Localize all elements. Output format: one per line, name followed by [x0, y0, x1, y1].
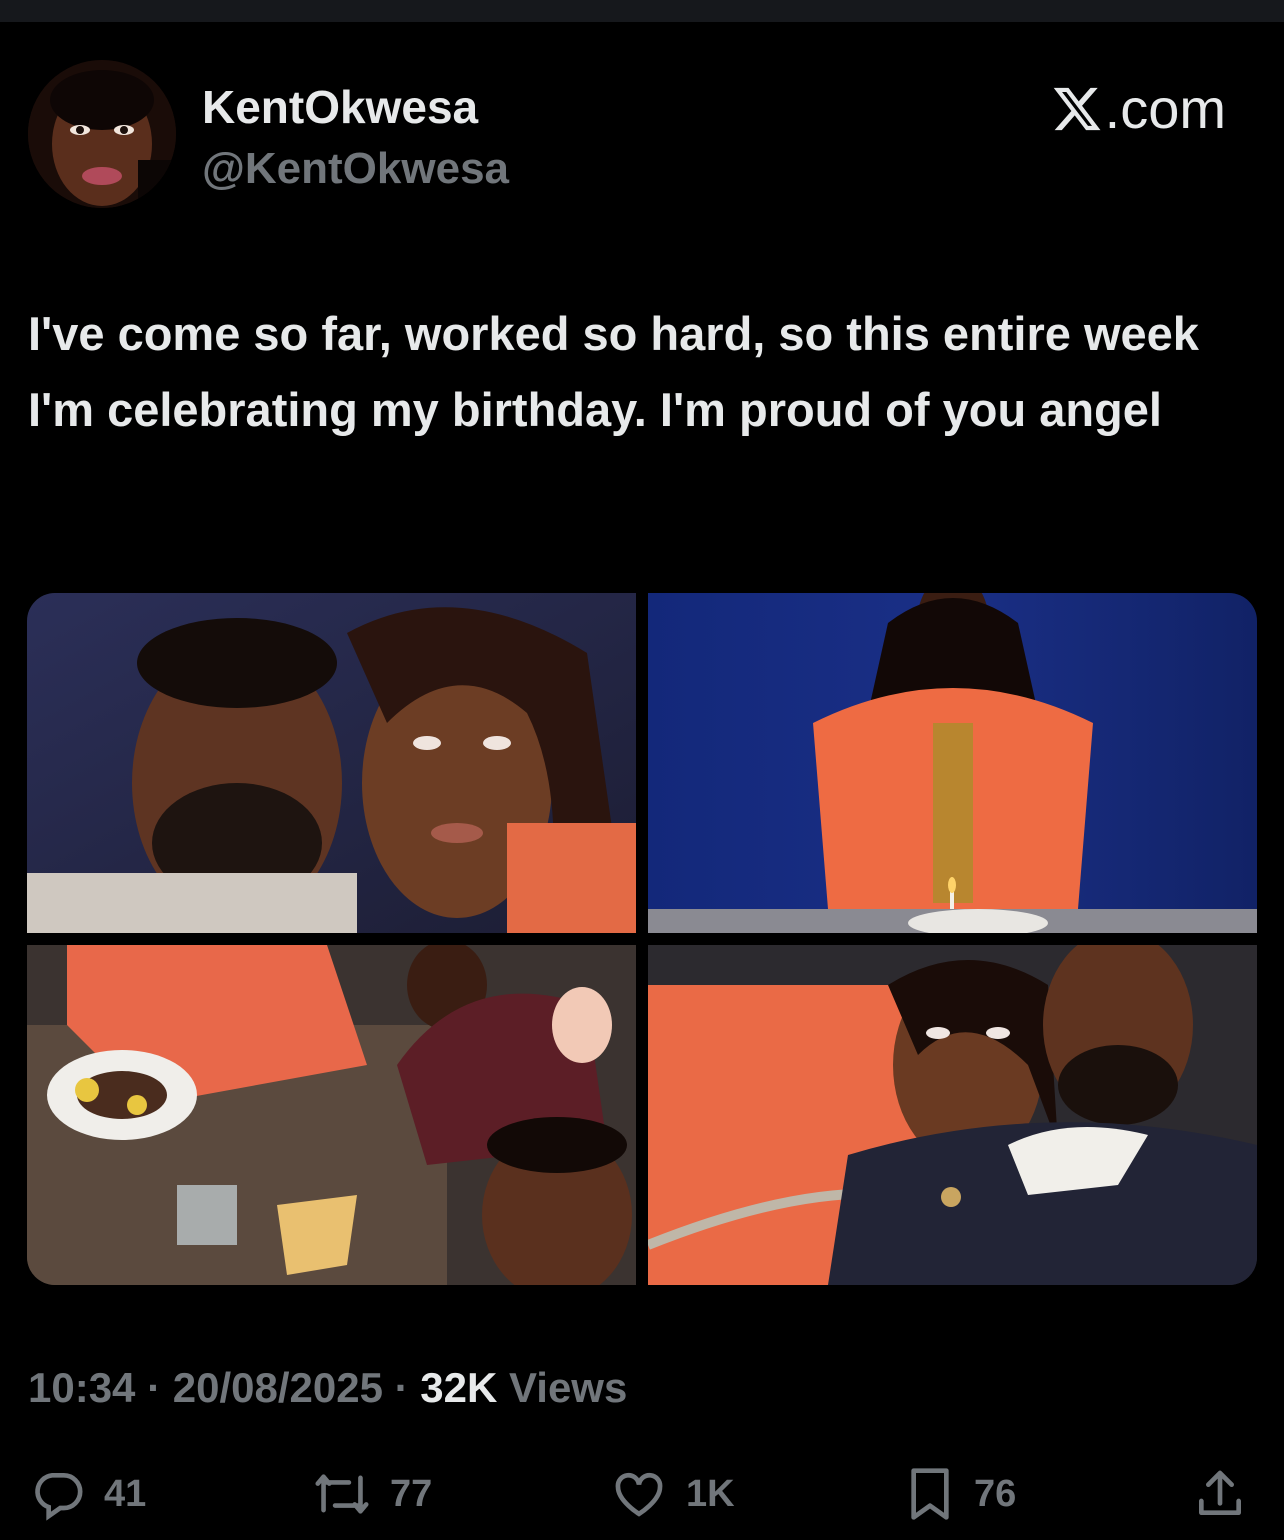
- avatar[interactable]: [28, 60, 176, 208]
- share-icon: [1199, 1470, 1241, 1515]
- x-logo-icon: [1053, 87, 1101, 130]
- photo-4-image: [648, 945, 1257, 1285]
- meta-separator: ·: [135, 1364, 173, 1411]
- photo-3-image: [27, 945, 636, 1285]
- reply-count: 41: [104, 1472, 147, 1515]
- status-bar-strip: [0, 0, 1284, 22]
- photo-2-image: [648, 593, 1257, 933]
- photo-3[interactable]: [27, 945, 636, 1285]
- reply-button[interactable]: 41: [30, 1466, 146, 1522]
- action-bar: 41 77 1K 76: [0, 1466, 1284, 1526]
- views-label: Views: [497, 1364, 628, 1411]
- photo-1[interactable]: [27, 593, 636, 933]
- brand-logo: .com: [1051, 76, 1226, 141]
- repost-button[interactable]: 77: [312, 1466, 432, 1522]
- bookmark-count: 76: [974, 1472, 1017, 1515]
- tweet-date[interactable]: 20/08/2025: [173, 1364, 383, 1411]
- share-button[interactable]: [1192, 1466, 1248, 1522]
- display-name[interactable]: KentOkwesa: [202, 80, 478, 134]
- tweet-text: I've come so far, worked so hard, so thi…: [28, 307, 1199, 436]
- media-grid[interactable]: [27, 593, 1257, 1285]
- bookmark-icon: [911, 1468, 949, 1520]
- tweet-meta: 10:34 · 20/08/2025 · 32K Views: [28, 1364, 627, 1412]
- repost-icon: [315, 1474, 369, 1514]
- meta-separator: ·: [382, 1364, 421, 1411]
- like-button[interactable]: 1K: [610, 1466, 735, 1522]
- heart-icon: [615, 1472, 663, 1517]
- photo-1-image: [27, 593, 636, 933]
- tweet-time[interactable]: 10:34: [28, 1364, 135, 1411]
- views-count: 32K: [420, 1364, 498, 1411]
- user-handle[interactable]: @KentOkwesa: [202, 144, 509, 194]
- reply-icon: [35, 1473, 83, 1521]
- like-count: 1K: [686, 1472, 735, 1515]
- photo-2[interactable]: [648, 593, 1257, 933]
- repost-count: 77: [390, 1472, 433, 1515]
- photo-4[interactable]: [648, 945, 1257, 1285]
- bookmark-button[interactable]: 76: [904, 1466, 1016, 1522]
- brand-domain: .com: [1104, 77, 1226, 140]
- avatar-image: [28, 60, 176, 208]
